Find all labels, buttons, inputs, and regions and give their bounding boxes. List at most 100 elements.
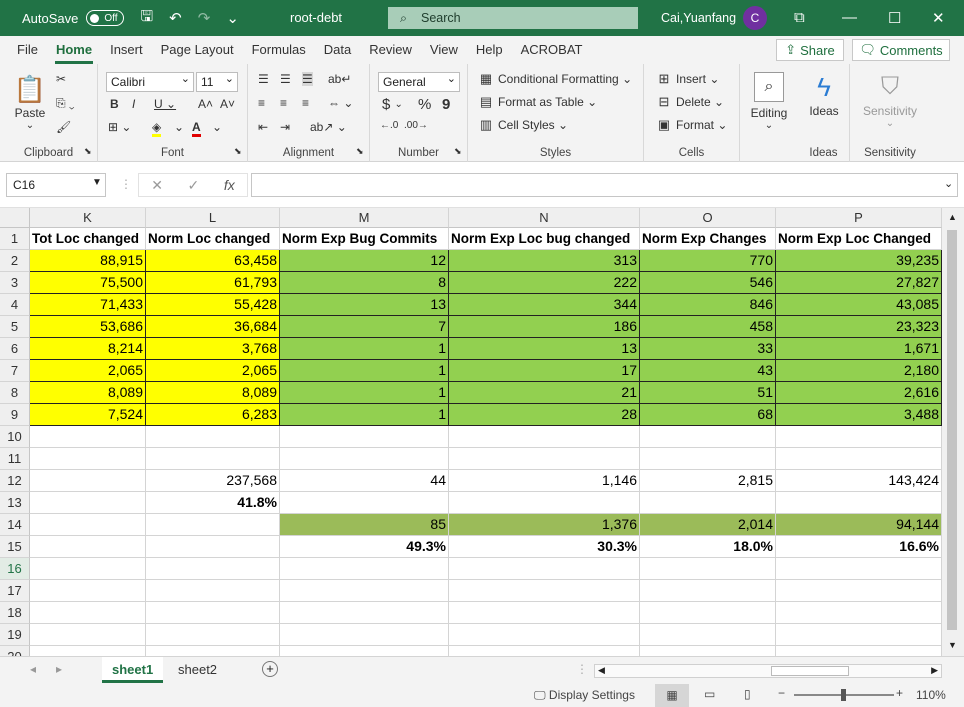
cell-o13[interactable] bbox=[640, 492, 776, 514]
number-format-select[interactable]: General bbox=[378, 70, 460, 92]
vertical-scrollbar[interactable]: ▲ ▼ bbox=[942, 208, 964, 656]
cell-l14[interactable] bbox=[146, 514, 280, 536]
select-all-corner[interactable] bbox=[0, 208, 30, 228]
bold-icon[interactable]: B bbox=[110, 97, 119, 111]
cell-p18[interactable] bbox=[776, 602, 942, 624]
decrease-decimal-icon[interactable]: .00→ bbox=[404, 120, 428, 131]
cell-n7[interactable]: 17 bbox=[449, 360, 640, 382]
increase-decimal-icon[interactable]: ←.0 bbox=[380, 120, 398, 131]
cell-l11[interactable] bbox=[146, 448, 280, 470]
cell-k5[interactable]: 53,686 bbox=[30, 316, 146, 338]
cell-k12[interactable] bbox=[30, 470, 146, 492]
column-header-m[interactable]: M bbox=[280, 208, 449, 228]
decrease-indent-icon[interactable]: ⇤ bbox=[258, 120, 268, 134]
cell-m9[interactable]: 1 bbox=[280, 404, 449, 426]
increase-font-icon[interactable]: A˄ bbox=[198, 97, 213, 111]
cell-l13[interactable]: 41.8% bbox=[146, 492, 280, 514]
scroll-right-icon[interactable]: ▶ bbox=[931, 665, 938, 676]
percent-icon[interactable]: % bbox=[418, 96, 431, 113]
wrap-text-icon[interactable]: ab↵ bbox=[328, 72, 351, 86]
cancel-icon[interactable]: ✕ bbox=[151, 177, 163, 194]
cell-p9[interactable]: 3,488 bbox=[776, 404, 942, 426]
cell-o16[interactable] bbox=[640, 558, 776, 580]
zoom-level[interactable]: 110% bbox=[916, 688, 946, 702]
cell-o14[interactable]: 2,014 bbox=[640, 514, 776, 536]
cell-p7[interactable]: 2,180 bbox=[776, 360, 942, 382]
cell-o5[interactable]: 458 bbox=[640, 316, 776, 338]
align-center-icon[interactable]: ≡ bbox=[280, 96, 287, 110]
bottom-align-icon[interactable]: ☰ bbox=[302, 72, 313, 86]
name-box[interactable]: C16 bbox=[6, 173, 106, 197]
tab-view[interactable]: View bbox=[421, 36, 467, 64]
format-as-table-button[interactable]: ▤ Format as Table ⌄ bbox=[478, 95, 597, 110]
page-break-view-icon[interactable]: ▯ bbox=[744, 687, 751, 701]
tab-file[interactable]: File bbox=[8, 36, 47, 64]
cell-p14[interactable]: 94,144 bbox=[776, 514, 942, 536]
cell-n16[interactable] bbox=[449, 558, 640, 580]
cell-k11[interactable] bbox=[30, 448, 146, 470]
cell-k15[interactable] bbox=[30, 536, 146, 558]
cell-k16[interactable] bbox=[30, 558, 146, 580]
cell-p10[interactable] bbox=[776, 426, 942, 448]
number-dialog-launcher-icon[interactable]: ⬊ bbox=[454, 146, 462, 157]
cell-m11[interactable] bbox=[280, 448, 449, 470]
column-header-p[interactable]: P bbox=[776, 208, 942, 228]
prev-sheet-icon[interactable]: ◂ bbox=[30, 662, 36, 676]
borders-icon[interactable]: ⊞ ⌄ bbox=[108, 120, 131, 134]
cell-k17[interactable] bbox=[30, 580, 146, 602]
cell-m10[interactable] bbox=[280, 426, 449, 448]
cell-k7[interactable]: 2,065 bbox=[30, 360, 146, 382]
cell-o19[interactable] bbox=[640, 624, 776, 646]
tab-split-icon[interactable]: ⋮ bbox=[576, 662, 588, 676]
format-painter-icon[interactable]: 🖌 bbox=[56, 120, 71, 134]
cell-m5[interactable]: 7 bbox=[280, 316, 449, 338]
scroll-left-icon[interactable]: ◀ bbox=[598, 665, 605, 676]
horizontal-scrollbar[interactable]: ◀ ▶ bbox=[594, 664, 942, 678]
cell-l6[interactable]: 3,768 bbox=[146, 338, 280, 360]
cell-l10[interactable] bbox=[146, 426, 280, 448]
cell-p8[interactable]: 2,616 bbox=[776, 382, 942, 404]
cell-p16[interactable] bbox=[776, 558, 942, 580]
cell-l20[interactable] bbox=[146, 646, 280, 656]
row-header-3[interactable]: 3 bbox=[0, 272, 30, 294]
document-title[interactable]: root-debt bbox=[290, 10, 342, 25]
tab-home[interactable]: Home bbox=[47, 36, 101, 64]
cell-k3[interactable]: 75,500 bbox=[30, 272, 146, 294]
italic-icon[interactable]: I bbox=[132, 97, 135, 111]
cell-o9[interactable]: 68 bbox=[640, 404, 776, 426]
cell-m16[interactable] bbox=[280, 558, 449, 580]
fill-color-dropdown-icon[interactable]: ⌄ bbox=[174, 120, 184, 134]
cell-k10[interactable] bbox=[30, 426, 146, 448]
column-header-o[interactable]: O bbox=[640, 208, 776, 228]
font-size-select[interactable]: 11 bbox=[196, 70, 238, 92]
row-header-6[interactable]: 6 bbox=[0, 338, 30, 360]
font-dialog-launcher-icon[interactable]: ⬊ bbox=[234, 146, 242, 157]
cell-k9[interactable]: 7,524 bbox=[30, 404, 146, 426]
cell-o11[interactable] bbox=[640, 448, 776, 470]
cell-n12[interactable]: 1,146 bbox=[449, 470, 640, 492]
search-box[interactable]: ⌕ Search bbox=[388, 7, 638, 29]
row-header-5[interactable]: 5 bbox=[0, 316, 30, 338]
cell-m7[interactable]: 1 bbox=[280, 360, 449, 382]
cell-n15[interactable]: 30.3% bbox=[449, 536, 640, 558]
cell-k8[interactable]: 8,089 bbox=[30, 382, 146, 404]
cell-m1[interactable]: Norm Exp Bug Commits bbox=[280, 228, 449, 250]
cell-m15[interactable]: 49.3% bbox=[280, 536, 449, 558]
copy-icon[interactable]: ⎘ ⌄ bbox=[56, 96, 75, 111]
cell-k6[interactable]: 8,214 bbox=[30, 338, 146, 360]
cell-m12[interactable]: 44 bbox=[280, 470, 449, 492]
scroll-down-icon[interactable]: ▼ bbox=[948, 640, 957, 650]
cell-p6[interactable]: 1,671 bbox=[776, 338, 942, 360]
cell-m8[interactable]: 1 bbox=[280, 382, 449, 404]
row-header-8[interactable]: 8 bbox=[0, 382, 30, 404]
close-icon[interactable]: ✕ bbox=[932, 9, 945, 27]
autosave-toggle[interactable]: Off bbox=[86, 10, 125, 26]
row-header-12[interactable]: 12 bbox=[0, 470, 30, 492]
enter-icon[interactable]: ✓ bbox=[188, 177, 200, 194]
cell-l7[interactable]: 2,065 bbox=[146, 360, 280, 382]
alignment-dialog-launcher-icon[interactable]: ⬊ bbox=[356, 146, 364, 157]
cell-n3[interactable]: 222 bbox=[449, 272, 640, 294]
sensitivity-button[interactable]: ⛉ Sensitivity ⌄ bbox=[856, 70, 924, 129]
paste-button[interactable]: 📋 Paste ⌄ bbox=[10, 72, 50, 131]
cell-p20[interactable] bbox=[776, 646, 942, 656]
